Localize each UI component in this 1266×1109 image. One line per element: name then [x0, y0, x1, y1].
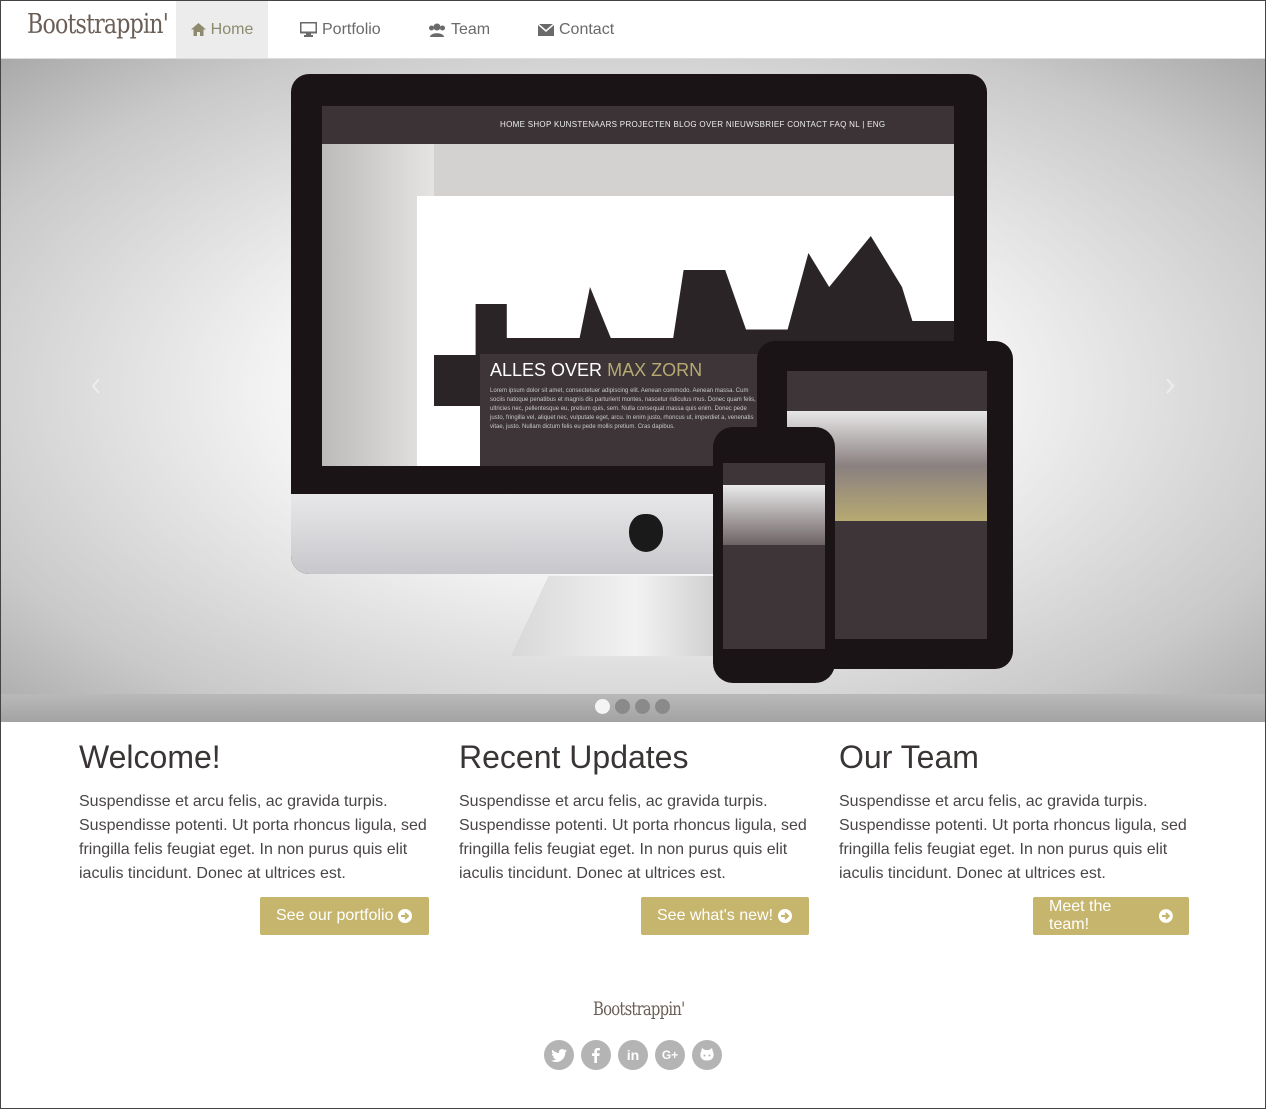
see-whats-new-button[interactable]: See what's new!	[641, 897, 809, 935]
nav-portfolio-label: Portfolio	[322, 20, 381, 38]
column-text: Suspendisse et arcu felis, ac gravida tu…	[459, 793, 807, 882]
facebook-icon	[592, 1047, 600, 1063]
iphone-photo	[723, 485, 825, 545]
nav-home[interactable]: Home	[176, 1, 268, 58]
google-plus-link[interactable]: G+	[655, 1040, 685, 1070]
linkedin-link[interactable]: in	[618, 1040, 648, 1070]
chevron-right-icon	[1166, 378, 1175, 394]
caption-title: ALLES OVER	[490, 360, 603, 380]
nav-home-label: Home	[210, 20, 254, 38]
column-title: Our Team	[839, 739, 979, 775]
nav-contact-label: Contact	[559, 20, 615, 38]
footer-brand-logo: Bootstrappin'	[593, 998, 685, 1020]
iphone-device	[713, 427, 835, 683]
carousel-dot-2[interactable]	[615, 699, 630, 714]
navbar: Bootstrappin' Home Portfolio Team Contac…	[1, 1, 1265, 59]
google-plus-icon: G+	[661, 1048, 679, 1062]
carousel-prev-button[interactable]	[91, 374, 101, 400]
linkedin-icon: in	[626, 1047, 640, 1063]
arrow-circle-right-icon	[398, 909, 413, 923]
nav-portfolio[interactable]: Portfolio	[300, 1, 381, 58]
column-title: Welcome!	[79, 739, 221, 775]
carousel-indicators	[595, 699, 670, 714]
carousel-next-button[interactable]	[1165, 374, 1175, 400]
welcome-column: Welcome! Suspendisse et arcu felis, ac g…	[79, 739, 429, 935]
column-text: Suspendisse et arcu felis, ac gravida tu…	[79, 793, 427, 882]
desktop-icon	[300, 22, 317, 37]
brand-logo[interactable]: Bootstrappin'	[27, 9, 169, 40]
arrow-circle-right-icon	[778, 909, 793, 923]
github-icon	[700, 1048, 714, 1061]
hero-carousel: HOME SHOP KUNSTENAARS PROJECTEN BLOG OVE…	[1, 59, 1265, 722]
twitter-link[interactable]	[544, 1040, 574, 1070]
apple-logo-icon	[629, 514, 663, 552]
github-link[interactable]	[692, 1040, 722, 1070]
carousel-dot-4[interactable]	[655, 699, 670, 714]
see-portfolio-button[interactable]: See our portfolio	[260, 897, 429, 935]
arrow-circle-right-icon	[1159, 909, 1173, 923]
nav-contact[interactable]: Contact	[538, 1, 614, 58]
facebook-link[interactable]	[581, 1040, 611, 1070]
home-icon	[190, 23, 206, 36]
mock-site-menu: HOME SHOP KUNSTENAARS PROJECTEN BLOG OVE…	[500, 120, 886, 129]
nav-team[interactable]: Team	[428, 1, 490, 58]
our-team-column: Our Team Suspendisse et arcu felis, ac g…	[839, 739, 1189, 935]
caption-text: Lorem ipsum dolor sit amet, consectetuer…	[490, 388, 756, 430]
column-title: Recent Updates	[459, 739, 689, 775]
column-text: Suspendisse et arcu felis, ac gravida tu…	[839, 793, 1187, 882]
chevron-left-icon	[91, 378, 100, 394]
caption-highlight: MAX ZORN	[607, 360, 703, 380]
carousel-dot-3[interactable]	[635, 699, 650, 714]
mock-site-header: HOME SHOP KUNSTENAARS PROJECTEN BLOG OVE…	[322, 106, 954, 144]
nav-team-label: Team	[451, 20, 491, 38]
users-icon	[429, 23, 445, 37]
iphone-screen	[723, 463, 825, 649]
recent-updates-column: Recent Updates Suspendisse et arcu felis…	[459, 739, 809, 935]
carousel-dot-1[interactable]	[595, 699, 610, 714]
envelope-icon	[538, 23, 554, 36]
twitter-icon	[551, 1048, 567, 1062]
meet-team-button[interactable]: Meet the team!	[1033, 897, 1189, 935]
